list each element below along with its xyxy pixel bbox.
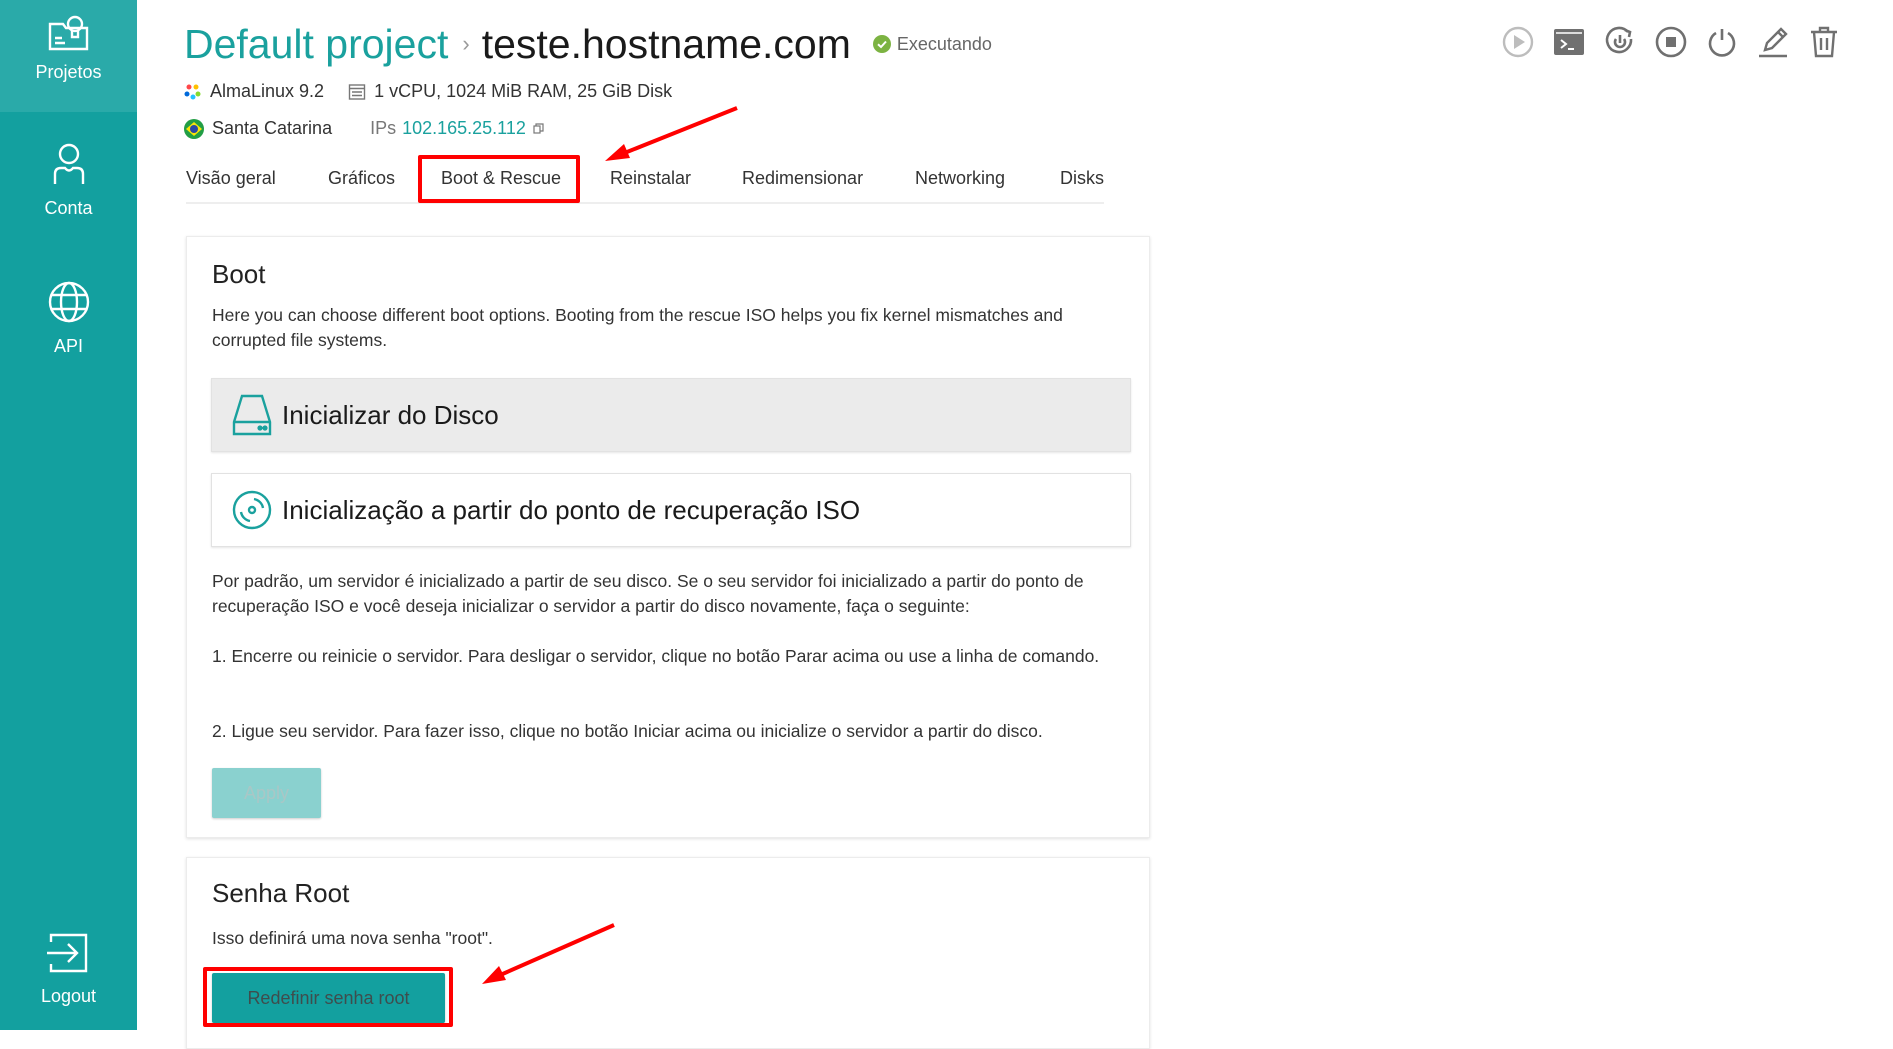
sidebar-item-projetos[interactable]: Projetos [0, 0, 137, 112]
edit-button[interactable] [1753, 22, 1793, 62]
specs-icon [348, 83, 366, 101]
ips-label: IPs [370, 118, 397, 138]
brazil-flag-icon [184, 118, 204, 139]
apply-button[interactable]: Apply [212, 768, 321, 818]
boot-option-label: Inicializar do Disco [282, 399, 499, 430]
boot-option-disk[interactable]: Inicializar do Disco [211, 378, 1131, 452]
root-password-description: Isso definirá uma nova senha "root". [212, 928, 493, 948]
power-button[interactable] [1702, 22, 1742, 62]
copy-icon[interactable] [533, 123, 544, 134]
tab-bar: Visão geral Gráficos Boot & Rescue Reins… [186, 160, 1104, 204]
tab-boot-rescue[interactable]: Boot & Rescue [441, 168, 562, 203]
stop-icon [1655, 26, 1687, 58]
console-button[interactable] [1549, 22, 1589, 62]
status-badge: Executando [872, 33, 992, 55]
boot-title: Boot [212, 259, 266, 289]
boot-option-iso[interactable]: Inicialização a partir do ponto de recup… [211, 473, 1131, 547]
stop-button[interactable] [1651, 22, 1691, 62]
tab-graficos[interactable]: Gráficos [328, 168, 395, 189]
status-text: Executando [896, 33, 992, 54]
sidebar-label: API [53, 336, 83, 356]
hard-drive-icon [232, 394, 272, 436]
breadcrumb-separator: › [462, 31, 470, 56]
breadcrumb: Default project › teste.hostname.com Exe… [184, 16, 992, 72]
start-button[interactable] [1498, 22, 1538, 62]
globe-icon [48, 281, 89, 323]
server-hostname: teste.hostname.com [481, 20, 851, 67]
sidebar-item-api[interactable]: API [0, 280, 137, 357]
project-link[interactable]: Default project [184, 21, 448, 68]
logout-icon [46, 933, 87, 973]
sidebar-label: Projetos [35, 62, 102, 82]
boot-step-2: 2. Ligue seu servidor. Para fazer isso, … [212, 721, 1043, 741]
trash-icon [1811, 26, 1837, 58]
tab-reinstalar[interactable]: Reinstalar [610, 168, 691, 189]
sidebar: Projetos Conta API Logout [0, 0, 137, 1030]
annotation-arrow-tab [605, 106, 738, 161]
ip-address[interactable]: 102.165.25.112 [402, 118, 526, 139]
restart-icon [1605, 26, 1633, 54]
location: Santa Catarina [212, 118, 333, 138]
server-meta-row-1: AlmaLinux 9.2 1 vCPU, 1024 MiB RAM, 25 G… [184, 81, 672, 102]
reset-root-password-button[interactable]: Redefinir senha root [212, 973, 445, 1023]
cd-icon [232, 490, 272, 530]
boot-option-label: Inicialização a partir do ponto de recup… [282, 494, 861, 525]
boot-step-1: 1. Encerre ou reinicie o servidor. Para … [212, 646, 1100, 666]
root-password-title: Senha Root [212, 878, 350, 908]
sidebar-item-logout[interactable]: Logout [0, 932, 137, 1007]
user-icon [53, 143, 84, 184]
server-specs: 1 vCPU, 1024 MiB RAM, 25 GiB Disk [374, 81, 673, 101]
tab-networking[interactable]: Networking [915, 168, 1005, 189]
tab-disks[interactable]: Disks [1060, 168, 1104, 189]
check-circle-icon [872, 35, 891, 53]
os-name: AlmaLinux 9.2 [210, 81, 325, 101]
sidebar-label: Conta [44, 198, 93, 218]
restart-button[interactable] [1600, 22, 1640, 62]
power-icon [1708, 29, 1736, 57]
boot-card: Boot Here you can choose different boot … [186, 236, 1150, 838]
server-meta-row-2: Santa Catarina IPs 102.165.25.112 [184, 118, 544, 139]
tab-visao-geral[interactable]: Visão geral [186, 168, 276, 189]
almalinux-icon [184, 83, 202, 101]
play-icon [1502, 26, 1534, 58]
boot-description: Here you can choose different boot optio… [212, 305, 1063, 350]
sidebar-label: Logout [40, 986, 97, 1006]
sidebar-item-conta[interactable]: Conta [0, 142, 137, 219]
root-password-card: Senha Root Isso definirá uma nova senha … [186, 857, 1150, 1049]
projects-icon [48, 15, 88, 51]
console-icon [1554, 29, 1584, 55]
boot-info: Por padrão, um servidor é inicializado a… [212, 571, 1084, 616]
delete-button[interactable] [1804, 22, 1844, 62]
edit-icon [1759, 27, 1788, 58]
server-actions-toolbar [1498, 22, 1855, 62]
tab-redimensionar[interactable]: Redimensionar [742, 168, 863, 189]
